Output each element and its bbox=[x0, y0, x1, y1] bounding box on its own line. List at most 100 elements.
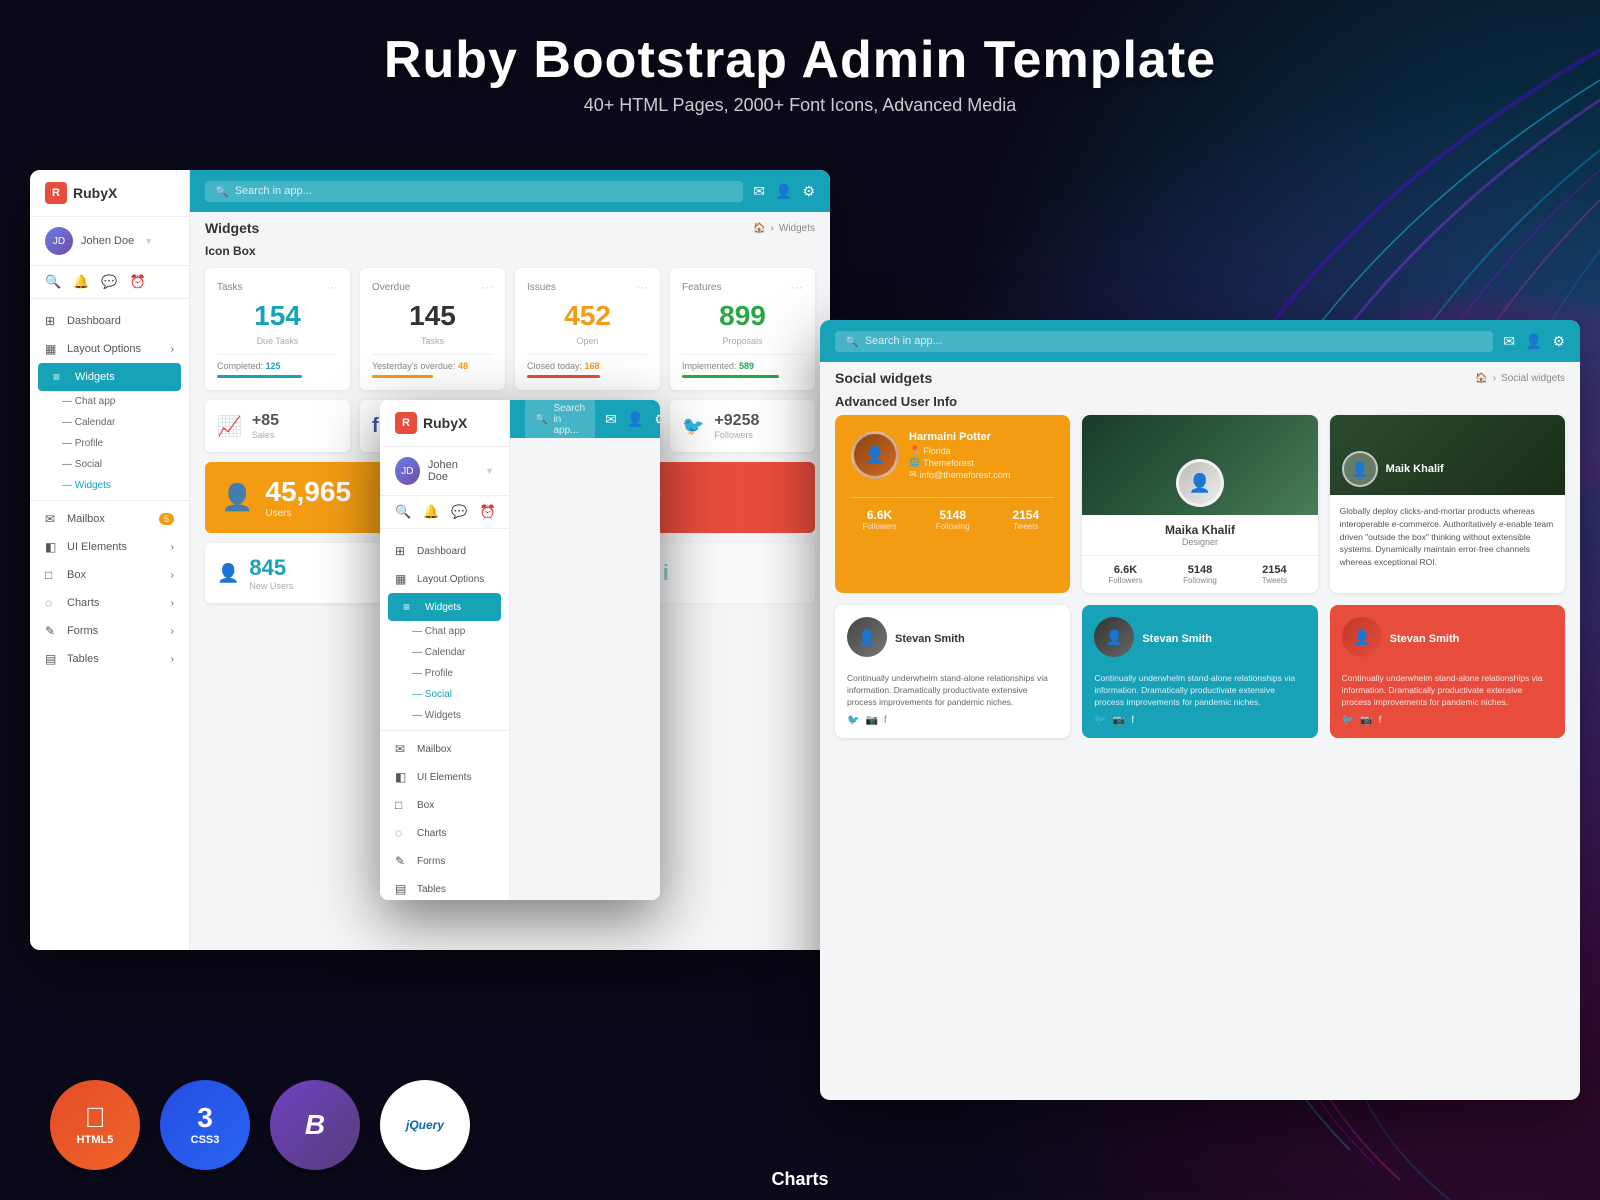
topbar-second: 🔍 Search in app... ✉ 👤 ⚙ bbox=[510, 400, 660, 438]
label: Mailbox bbox=[417, 744, 451, 755]
breadcrumb-bar: Widgets 🏠 › Widgets bbox=[190, 212, 830, 244]
sidebar-item-forms[interactable]: ✎ Forms › bbox=[30, 617, 189, 645]
sidebar2-box[interactable]: □ Box bbox=[380, 791, 509, 819]
sidebar-item-tables[interactable]: ▤ Tables › bbox=[30, 645, 189, 673]
user-icon-topbar[interactable]: 👤 bbox=[775, 183, 792, 200]
sidebar2-widgets-sub[interactable]: — Widgets bbox=[380, 705, 509, 726]
facebook-icon-teal[interactable]: f bbox=[1131, 715, 1134, 726]
facebook-icon-red[interactable]: f bbox=[1379, 715, 1382, 726]
search-bar[interactable]: 🔍 Search in app... bbox=[205, 181, 743, 202]
sidebar-item-mailbox[interactable]: ✉ Mailbox 5 bbox=[30, 505, 189, 533]
sidebar-item-layout[interactable]: ▦ Layout Options › bbox=[30, 335, 189, 363]
sidebar2-widgets[interactable]: ≡ Widgets bbox=[388, 593, 501, 621]
chat-icon-2[interactable]: 💬 bbox=[451, 504, 467, 520]
instagram-icon-teal[interactable]: 📷 bbox=[1113, 715, 1125, 726]
bootstrap-badge: B bbox=[270, 1080, 360, 1170]
twitter-icon-red[interactable]: 🐦 bbox=[1342, 715, 1354, 726]
sidebar2-charts[interactable]: ◌ Charts bbox=[380, 819, 509, 847]
box-icon: □ bbox=[45, 568, 59, 582]
sidebar-item-dashboard[interactable]: ⊞ Dashboard bbox=[30, 307, 189, 335]
sidebar-subitem-calendar[interactable]: — Calendar bbox=[30, 412, 189, 433]
gear-icon-2[interactable]: ⚙ bbox=[654, 411, 660, 428]
dashboard-icon: ⊞ bbox=[45, 314, 59, 328]
issues-box: Issues ··· 452 Open Closed today: 168 bbox=[515, 268, 660, 390]
maika-name: Maika Khalif bbox=[1090, 523, 1309, 537]
layout-icon: ▦ bbox=[45, 342, 59, 356]
mf-count: 6.6K bbox=[1094, 564, 1156, 576]
search-icon[interactable]: 🔍 bbox=[45, 274, 61, 290]
bell-icon-2[interactable]: 🔔 bbox=[423, 504, 439, 520]
mail-icon-topbar[interactable]: ✉ bbox=[753, 183, 765, 200]
overdue-footer: Yesterday's overdue: 48 bbox=[372, 354, 493, 371]
gear-icon-topbar[interactable]: ⚙ bbox=[802, 183, 815, 200]
instagram-icon-red[interactable]: 📷 bbox=[1360, 715, 1372, 726]
clock-icon[interactable]: ⏰ bbox=[130, 274, 146, 290]
mail-icon-2[interactable]: ✉ bbox=[605, 411, 617, 428]
mt-label: Tweets bbox=[1243, 576, 1305, 585]
user-icon-right[interactable]: 👤 bbox=[1525, 333, 1542, 350]
search-bar-2[interactable]: 🔍 Search in app... bbox=[525, 400, 595, 440]
search-bar-right[interactable]: 🔍 Search in app... bbox=[835, 331, 1493, 352]
harmaini-avatar: 👤 bbox=[851, 431, 899, 479]
issues-menu-icon[interactable]: ··· bbox=[636, 280, 648, 294]
followers-label: Followers bbox=[851, 522, 908, 531]
html5-label: HTML5 bbox=[77, 1134, 114, 1146]
pin-icon: 📍 bbox=[909, 445, 920, 456]
issues-footer: Closed today: 168 bbox=[527, 354, 648, 371]
box-icon-2: □ bbox=[395, 798, 409, 812]
sidebar2-ui[interactable]: ◧ UI Elements bbox=[380, 763, 509, 791]
mfo-label: Following bbox=[1169, 576, 1231, 585]
stevan-plain: 👤 Stevan Smith Continually underwhelm st… bbox=[835, 605, 1070, 738]
sidebar-item-charts[interactable]: ◌ Charts › bbox=[30, 589, 189, 617]
sidebar2-profile[interactable]: — Profile bbox=[380, 663, 509, 684]
css3-label: CSS3 bbox=[191, 1134, 220, 1146]
bell-icon[interactable]: 🔔 bbox=[73, 274, 89, 290]
widgets-icon: ≡ bbox=[53, 370, 67, 384]
search-icon-2: 🔍 bbox=[535, 414, 547, 425]
forms-icon: ✎ bbox=[45, 624, 59, 638]
mailbox-icon-2: ✉ bbox=[395, 742, 409, 756]
stevan-desc-teal: Continually underwhelm stand-alone relat… bbox=[1094, 673, 1305, 709]
user-icon-2[interactable]: 👤 bbox=[627, 411, 644, 428]
sidebar2-calendar[interactable]: — Calendar bbox=[380, 642, 509, 663]
issues-label: Issues bbox=[527, 282, 556, 293]
sidebar-item-label: Charts bbox=[67, 597, 99, 609]
sidebar2-layout[interactable]: ▦ Layout Options bbox=[380, 565, 509, 593]
sidebar2-chat[interactable]: — Chat app bbox=[380, 621, 509, 642]
gear-icon-right[interactable]: ⚙ bbox=[1552, 333, 1565, 350]
user-card-harmaini: 👤 Harmaini Potter 📍 Florida 🌐 Themefores… bbox=[835, 415, 1070, 593]
chat-icon[interactable]: 💬 bbox=[101, 274, 117, 290]
tasks-menu-icon[interactable]: ··· bbox=[326, 280, 338, 294]
instagram-icon-plain[interactable]: 📷 bbox=[865, 715, 877, 726]
user-card-maik: 👤 Maik Khalif Globally deploy clicks-and… bbox=[1330, 415, 1565, 593]
sidebar-item-widgets[interactable]: ≡ Widgets bbox=[38, 363, 181, 391]
sidebar2-tables[interactable]: ▤ Tables bbox=[380, 875, 509, 900]
new-users-card: 👤 845 New Users bbox=[205, 543, 402, 603]
overdue-menu-icon[interactable]: ··· bbox=[481, 280, 493, 294]
harmaini-followers: 6.6K Followers bbox=[851, 508, 908, 531]
sidebar-subitem-social[interactable]: — Social bbox=[30, 454, 189, 475]
tweets-label: Tweets bbox=[997, 522, 1054, 531]
clock-icon-2[interactable]: ⏰ bbox=[480, 504, 496, 520]
sidebar2-dashboard[interactable]: ⊞ Dashboard bbox=[380, 537, 509, 565]
maika-avatar: 👤 bbox=[1176, 459, 1224, 507]
sidebar-subitem-widgets[interactable]: — Widgets bbox=[30, 475, 189, 496]
mail-icon-right[interactable]: ✉ bbox=[1503, 333, 1515, 350]
widgets-icon-2: ≡ bbox=[403, 600, 417, 614]
search-icon-2[interactable]: 🔍 bbox=[395, 504, 411, 520]
facebook-icon-plain[interactable]: f bbox=[884, 715, 887, 726]
sidebar2-social[interactable]: — Social bbox=[380, 684, 509, 705]
sidebar-item-ui[interactable]: ◧ UI Elements › bbox=[30, 533, 189, 561]
users-icon: 👤 bbox=[221, 482, 253, 513]
maik-desc: Globally deploy clicks-and-mortar produc… bbox=[1330, 495, 1565, 579]
stevan-social-red: 🐦 📷 f bbox=[1342, 715, 1553, 726]
features-menu-icon[interactable]: ··· bbox=[791, 280, 803, 294]
sidebar2-mailbox[interactable]: ✉ Mailbox bbox=[380, 735, 509, 763]
twitter-icon-plain[interactable]: 🐦 bbox=[847, 715, 859, 726]
twitter-icon-teal[interactable]: 🐦 bbox=[1094, 715, 1106, 726]
sidebar-subitem-chat[interactable]: — Chat app bbox=[30, 391, 189, 412]
stevan-desc-plain: Continually underwhelm stand-alone relat… bbox=[847, 673, 1058, 709]
sidebar2-forms[interactable]: ✎ Forms bbox=[380, 847, 509, 875]
sidebar-item-box[interactable]: □ Box › bbox=[30, 561, 189, 589]
sidebar-subitem-profile[interactable]: — Profile bbox=[30, 433, 189, 454]
